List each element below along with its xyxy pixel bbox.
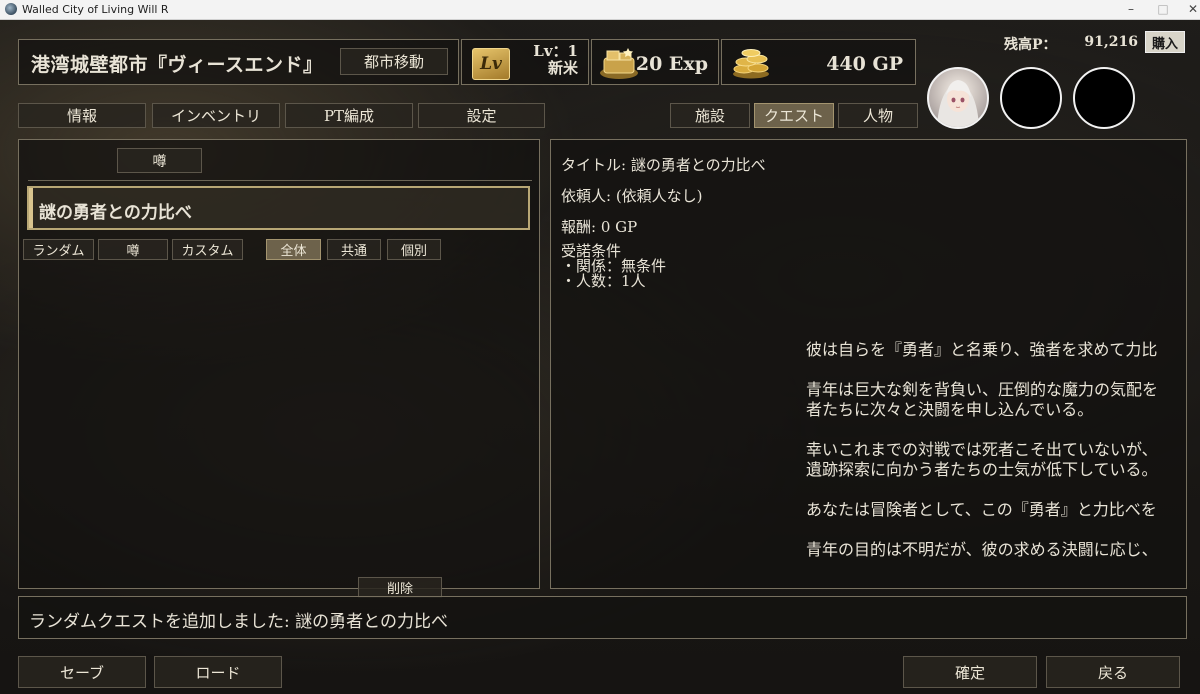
quest-section-label: 噂 <box>117 148 202 173</box>
city-move-button[interactable]: 都市移動 <box>340 48 448 75</box>
quest-conditions: 受諾条件 ・関係：無条件 ・人数：1人 <box>561 244 666 289</box>
quest-reward-line: 報酬: 0 GP <box>561 218 638 236</box>
window-title: Walled City of Living Will R <box>22 3 169 16</box>
tab-inventory[interactable]: インベントリ <box>152 103 280 128</box>
delete-button[interactable]: 削除 <box>358 577 442 598</box>
quest-item-title: 謎の勇者との力比べ <box>39 203 192 223</box>
tab-facilities[interactable]: 施設 <box>670 103 750 128</box>
back-button[interactable]: 戻る <box>1046 656 1180 688</box>
confirm-button[interactable]: 確定 <box>903 656 1037 688</box>
gold-coins-icon <box>733 49 769 79</box>
tab-party[interactable]: PT編成 <box>285 103 413 128</box>
treasure-icon <box>600 48 638 79</box>
level-rank: 新米 <box>547 59 578 77</box>
condition-members: ・人数：1人 <box>561 272 646 290</box>
close-button[interactable]: ✕ <box>1170 0 1200 19</box>
save-button[interactable]: セーブ <box>18 656 146 688</box>
party-portrait-1[interactable] <box>927 67 989 129</box>
filter-random[interactable]: ランダム <box>23 239 94 260</box>
exp-panel: 20 Exp <box>591 39 719 85</box>
level-value: Lv：1 <box>533 42 578 60</box>
app-icon <box>5 3 17 15</box>
city-name: 港湾城壁都市『ヴィースエンド』 <box>31 54 323 76</box>
level-icon: Lv <box>472 48 510 80</box>
points-label: 残高P： <box>1004 37 1057 53</box>
exp-value: 20 Exp <box>635 53 708 75</box>
tab-characters[interactable]: 人物 <box>838 103 918 128</box>
quest-title-line: タイトル: 謎の勇者との力比べ <box>561 156 766 174</box>
selection-marker <box>29 188 33 228</box>
character-avatar-icon <box>937 80 979 127</box>
gp-value: 440 GP <box>826 53 903 75</box>
filter-rumor[interactable]: 噂 <box>98 239 168 260</box>
message-bar: ランダムクエストを追加しました: 謎の勇者との力比べ <box>18 596 1187 639</box>
filter-custom[interactable]: カスタム <box>172 239 243 260</box>
quest-description: 彼は自らを『勇者』と名乗り、強者を求めて力比 青年は巨大な剣を背負い、圧倒的な魔… <box>806 340 1186 580</box>
level-panel: Lv Lv：1 新米 <box>461 39 589 85</box>
party-portrait-2-empty[interactable] <box>1000 67 1062 129</box>
points-value: 91,216 <box>1084 34 1138 50</box>
level-text: Lv：1 新米 <box>533 43 578 77</box>
desc-line: 青年は巨大な剣を背負い、圧倒的な魔力の気配を <box>806 380 1159 399</box>
desc-line: あなたは冒険者として、この『勇者』と力比べを <box>806 500 1157 519</box>
load-button[interactable]: ロード <box>154 656 282 688</box>
desc-line: 幸いこれまでの対戦では死者こそ出ていないが、 <box>806 440 1158 459</box>
tab-quests[interactable]: クエスト <box>754 103 834 128</box>
desc-line: 青年の目的は不明だが、彼の求める決闘に応じ、 <box>806 540 1158 559</box>
tab-info[interactable]: 情報 <box>18 103 146 128</box>
tab-settings[interactable]: 設定 <box>418 103 545 128</box>
divider <box>28 180 532 181</box>
desc-line: 者たちに次々と決闘を申し込んでいる。 <box>806 400 1094 419</box>
desc-line: 彼は自らを『勇者』と名乗り、強者を求めて力比 <box>806 340 1158 359</box>
buy-button[interactable]: 購入 <box>1145 31 1185 53</box>
quest-client-line: 依頼人: (依頼人なし) <box>561 187 703 205</box>
desc-line: 遺跡探索に向かう者たちの士気が低下している。 <box>806 460 1158 479</box>
quest-detail-panel: タイトル: 謎の勇者との力比べ 依頼人: (依頼人なし) 報酬: 0 GP 受諾… <box>550 139 1187 589</box>
filter-individual[interactable]: 個別 <box>387 239 441 260</box>
quest-list-item[interactable]: 謎の勇者との力比べ <box>27 186 530 230</box>
party-portrait-3-empty[interactable] <box>1073 67 1135 129</box>
filter-common[interactable]: 共通 <box>327 239 381 260</box>
message-text: ランダムクエストを追加しました: 謎の勇者との力比べ <box>29 612 448 632</box>
window-titlebar: Walled City of Living Will R – □ ✕ <box>0 0 1200 20</box>
filter-all[interactable]: 全体 <box>266 239 321 260</box>
gp-panel: 440 GP <box>721 39 916 85</box>
